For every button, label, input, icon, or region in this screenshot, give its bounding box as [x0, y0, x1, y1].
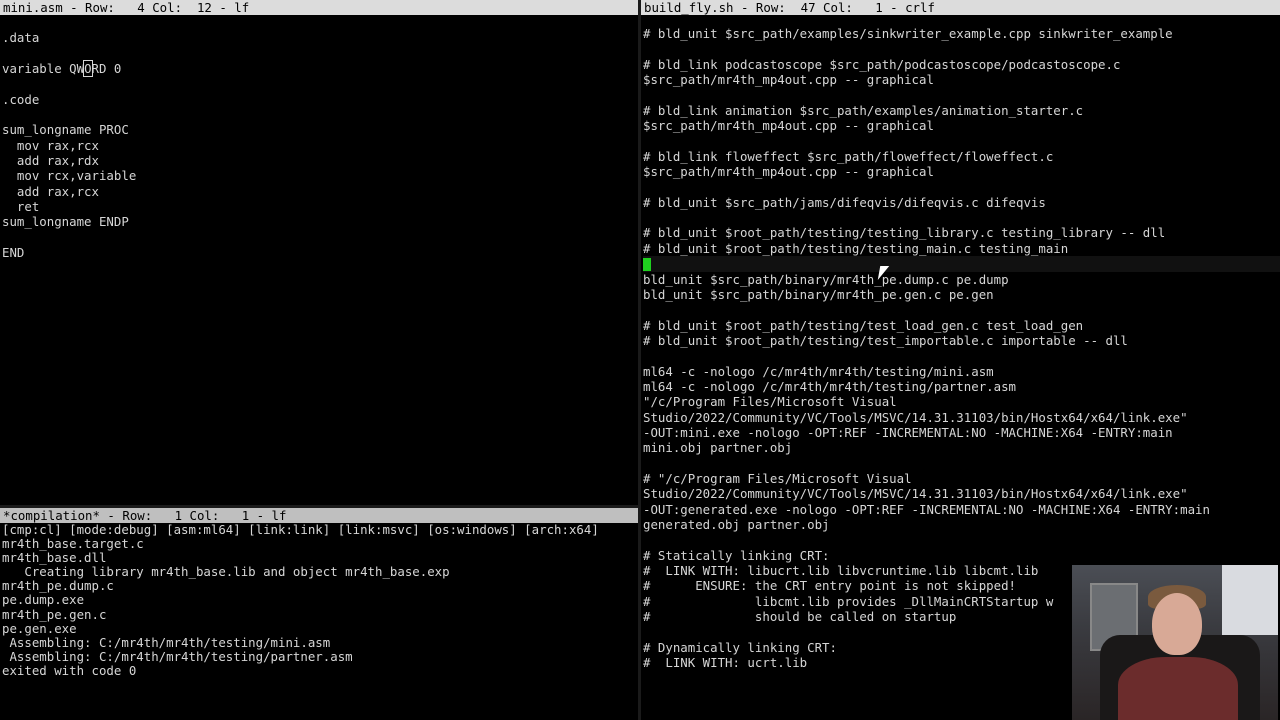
script-line: ml64 -c -nologo /c/mr4th/mr4th/testing/p… — [643, 378, 1016, 394]
script-line: # bld_link floweffect $src_path/floweffe… — [643, 148, 1054, 164]
code-line: END — [2, 245, 25, 261]
modeline-compilation: *compilation* - Row: 1 Col: 1 - lf — [0, 508, 638, 523]
script-line-cursor — [643, 256, 1280, 272]
code-text: RD 0 — [91, 61, 122, 77]
script-line: # Statically linking CRT: — [643, 547, 830, 563]
script-line: Studio/2022/Community/VC/Tools/MSVC/14.3… — [643, 486, 1188, 502]
modeline-build-fly: build_fly.sh - Row: 47 Col: 1 - crlf — [641, 0, 1280, 15]
compilation-output[interactable]: [cmp:cl] [mode:debug] [asm:ml64] [link:l… — [2, 522, 638, 678]
script-line: "/c/Program Files/Microsoft Visual — [643, 394, 897, 410]
code-line: sum_longname ENDP — [2, 214, 129, 230]
code-line: add rax,rdx — [2, 153, 99, 169]
compilation-line: Creating library mr4th_base.lib and obje… — [2, 564, 450, 580]
compilation-line: [cmp:cl] [mode:debug] [asm:ml64] [link:l… — [2, 522, 599, 537]
compilation-line: Assembling: C:/mr4th/mr4th/testing/partn… — [2, 648, 353, 664]
compilation-line: mr4th_pe.dump.c — [2, 578, 114, 594]
script-line: # bld_unit $src_path/examples/sinkwriter… — [643, 26, 1173, 41]
script-line — [643, 133, 1280, 148]
script-line: # bld_unit $root_path/testing/test_impor… — [643, 332, 1128, 348]
script-line: -OUT:generated.exe -nologo -OPT:REF -INC… — [643, 501, 1210, 517]
script-line: bld_unit $src_path/binary/mr4th_pe.dump.… — [643, 271, 1009, 287]
code-buffer[interactable]: .data variable QWORD 0 .code sum_longname P… — [2, 15, 638, 261]
compilation-pane[interactable]: *compilation* - Row: 1 Col: 1 - lf [cmp:… — [0, 508, 638, 720]
compilation-line: mr4th_base.target.c — [2, 536, 144, 552]
script-line: # bld_unit $root_path/testing/testing_li… — [643, 225, 1166, 241]
webcam-person-body — [1118, 657, 1238, 720]
script-line — [643, 41, 1280, 56]
script-line: # bld_unit $root_path/testing/testing_ma… — [643, 240, 1069, 256]
code-line: .code — [2, 91, 40, 107]
script-line: # bld_link podcastoscope $src_path/podca… — [643, 56, 1121, 72]
script-line: ml64 -c -nologo /c/mr4th/mr4th/testing/m… — [643, 363, 994, 379]
code-line: ret — [2, 199, 40, 215]
webcam-window — [1222, 565, 1278, 635]
editor-pane-mini-asm[interactable]: mini.asm - Row: 4 Col: 12 - lf .data vari… — [0, 0, 638, 505]
script-line — [643, 87, 1280, 102]
code-line-cursor: variable QWORD 0 — [2, 60, 638, 78]
code-line: mov rax,rcx — [2, 137, 99, 153]
script-line — [643, 456, 1280, 471]
script-line: $src_path/mr4th_mp4out.cpp -- graphical — [643, 72, 934, 88]
script-line: # bld_unit $src_path/jams/difeqvis/difeq… — [643, 194, 1046, 210]
modeline-mini-asm: mini.asm - Row: 4 Col: 12 - lf — [0, 0, 638, 15]
script-line — [643, 210, 1280, 225]
script-line: # bld_link animation $src_path/examples/… — [643, 102, 1084, 118]
script-line: # bld_unit $root_path/testing/test_load_… — [643, 317, 1084, 333]
compilation-line: Assembling: C:/mr4th/mr4th/testing/mini.… — [2, 634, 331, 650]
script-line: $src_path/mr4th_mp4out.cpp -- graphical — [643, 164, 934, 180]
compilation-line: exited with code 0 — [2, 662, 137, 678]
code-line: mov rcx,variable — [2, 168, 137, 184]
script-line — [643, 348, 1280, 363]
script-line: $src_path/mr4th_mp4out.cpp -- graphical — [643, 118, 934, 134]
code-line: add rax,rcx — [2, 183, 99, 199]
code-text: variable QW — [2, 61, 85, 77]
compilation-line: mr4th_base.dll — [2, 550, 107, 566]
script-line: Studio/2022/Community/VC/Tools/MSVC/14.3… — [643, 409, 1188, 425]
script-line — [643, 179, 1280, 194]
compilation-line: pe.gen.exe — [2, 620, 77, 636]
webcam-overlay — [1072, 565, 1278, 720]
code-line: .data — [2, 30, 40, 46]
script-line — [643, 532, 1280, 547]
compilation-line: pe.dump.exe — [2, 592, 85, 608]
text-cursor — [643, 258, 651, 272]
script-line: generated.obj partner.obj — [643, 517, 830, 532]
script-line — [643, 302, 1280, 317]
script-line: # "/c/Program Files/Microsoft Visual — [643, 470, 912, 486]
compilation-line: mr4th_pe.gen.c — [2, 606, 107, 622]
script-line: -OUT:mini.exe -nologo -OPT:REF -INCREMEN… — [643, 424, 1173, 440]
code-line: sum_longname PROC — [2, 122, 129, 138]
script-line: mini.obj partner.obj — [643, 440, 793, 456]
webcam-person-head — [1152, 593, 1202, 655]
script-line: bld_unit $src_path/binary/mr4th_pe.gen.c… — [643, 286, 994, 302]
